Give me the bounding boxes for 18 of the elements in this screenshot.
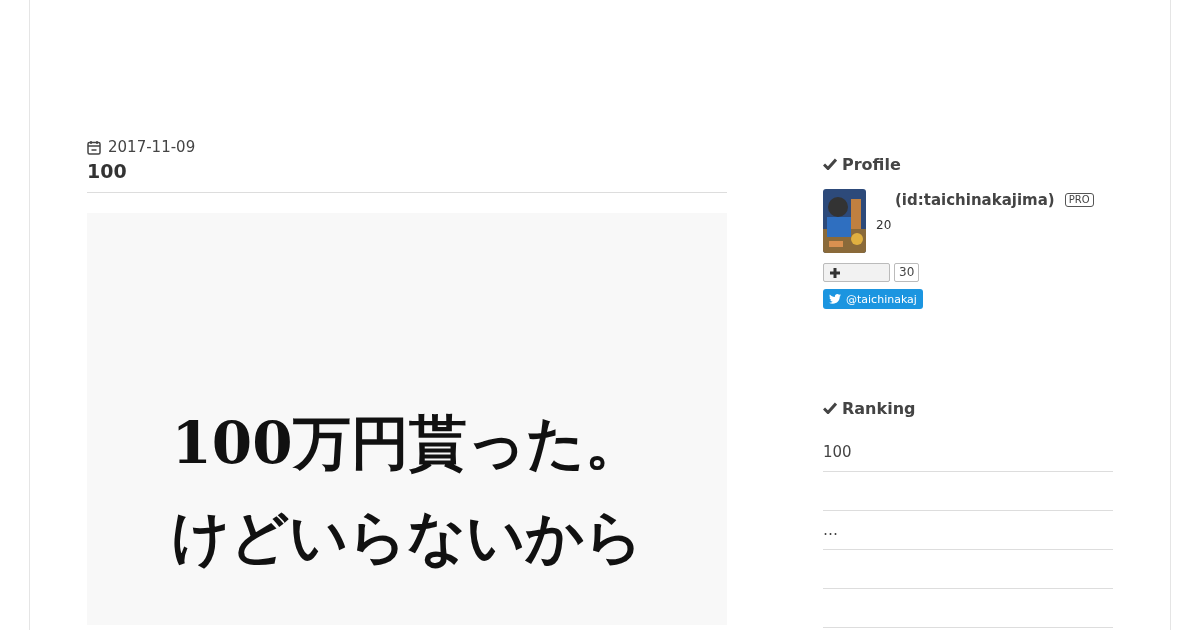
ranking-link[interactable]: …: [823, 521, 838, 539]
eyecatch-text: 100万円貰った。: [171, 410, 643, 476]
check-icon: [823, 158, 837, 170]
calendar-icon: [87, 139, 101, 155]
eyecatch-text: けどいらないから: [171, 504, 643, 570]
profile-description: 20: [876, 218, 893, 232]
add-bookmark-button[interactable]: [823, 263, 890, 282]
profile-id[interactable]: (id:taichinakajima): [895, 191, 1055, 209]
plus-icon: [829, 266, 841, 279]
section-heading: Ranking: [842, 398, 916, 418]
entry-date: 2017-11-09: [108, 138, 196, 156]
check-icon: [823, 402, 837, 414]
bird-icon: [829, 294, 841, 304]
section-heading: Profile: [842, 154, 901, 174]
ranking-link[interactable]: 100: [823, 443, 852, 461]
bookmark-count[interactable]: 30: [894, 263, 920, 282]
entry-title[interactable]: 100: [87, 160, 727, 193]
pro-badge: PRO: [1064, 193, 1094, 207]
